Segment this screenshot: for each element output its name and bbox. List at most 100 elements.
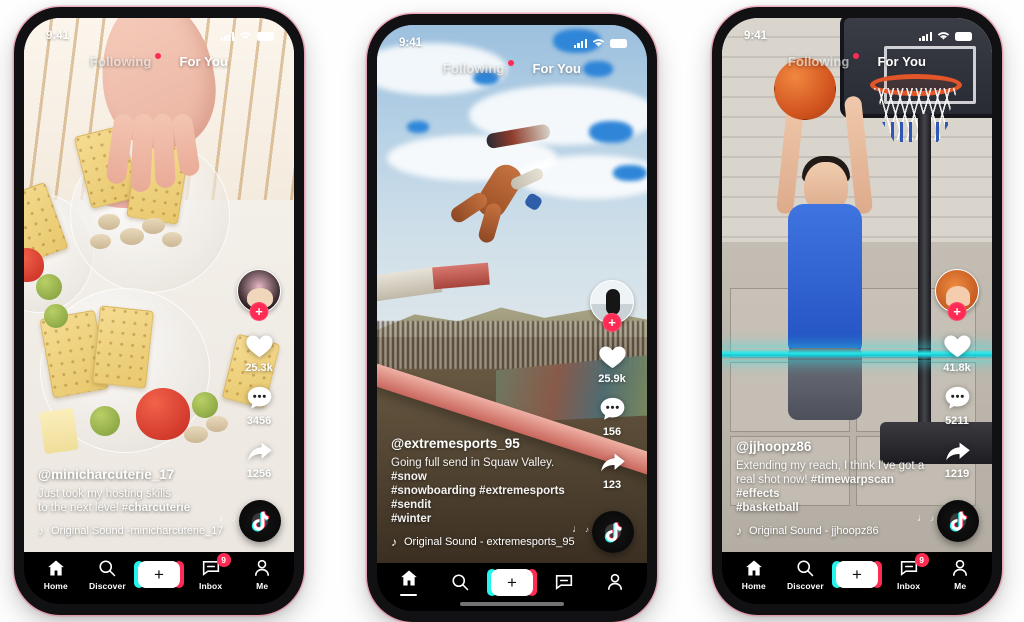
tab-following[interactable]: Following <box>90 54 152 69</box>
tab-discover[interactable]: Discover <box>83 558 131 591</box>
phone-3-video-surface[interactable]: 9:41 Following For You + 41.8k 5211 1219… <box>722 18 992 552</box>
phone-3-screen: 9:41 Following For You + 41.8k 5211 1219… <box>722 18 992 604</box>
like-button[interactable]: 25.9k <box>596 341 629 385</box>
tab-home[interactable]: Home <box>32 558 80 591</box>
comment-button[interactable]: 5211 <box>941 383 974 427</box>
tab-for-you[interactable]: For You <box>532 61 581 76</box>
tab-discover[interactable] <box>436 572 484 592</box>
sound-title: Original Sound - extremesports_95 <box>404 536 575 548</box>
share-button[interactable]: 1256 <box>243 436 276 480</box>
tab-for-you[interactable]: For You <box>179 54 228 69</box>
share-count: 1219 <box>944 468 970 480</box>
search-icon <box>797 559 814 576</box>
sound-row[interactable]: ♪ Original Sound - extremesports_95 <box>391 535 585 549</box>
tab-inbox[interactable]: 9 Inbox <box>187 552 235 591</box>
create-button[interactable]: + <box>486 568 537 596</box>
player-figure <box>760 80 890 460</box>
battery-icon <box>257 31 274 41</box>
inbox-badge: 9 <box>914 552 929 567</box>
follow-plus-icon[interactable]: + <box>602 313 622 332</box>
post-handle[interactable]: @jjhoopz86 <box>736 439 930 454</box>
music-disc-button[interactable] <box>239 500 281 542</box>
profile-person-icon <box>953 559 968 576</box>
battery-icon <box>610 38 627 48</box>
tab-home[interactable] <box>385 568 433 597</box>
post-handle[interactable]: @minicharcuterie_17 <box>38 467 232 482</box>
tab-create[interactable]: + <box>486 568 537 596</box>
plus-icon: + <box>154 564 164 584</box>
tab-me[interactable]: Me <box>238 558 286 591</box>
avatar[interactable]: + <box>237 269 281 321</box>
tab-create[interactable]: + <box>831 560 882 588</box>
home-icon <box>400 570 417 586</box>
like-button[interactable]: 41.8k <box>941 330 974 374</box>
create-button[interactable]: + <box>133 560 184 588</box>
home-indicator <box>460 602 564 606</box>
comment-count: 3456 <box>246 415 272 427</box>
heart-icon <box>245 335 273 358</box>
live-dot-icon <box>508 59 515 66</box>
phone-2-video-surface[interactable]: 9:41 Following For You + 25.9k 156 123 @… <box>377 25 647 563</box>
follow-plus-icon[interactable]: + <box>249 302 269 321</box>
post-description: Just took my hosting skills to the next … <box>38 487 232 515</box>
share-count: 123 <box>602 479 622 491</box>
floating-notes-icon: ♩ ♪ <box>219 512 236 524</box>
phone-1-action-rail: + 25.3k 3456 1256 <box>234 269 284 480</box>
tiktok-note-icon <box>949 510 967 532</box>
music-note-icon: ♪ <box>38 524 44 538</box>
phone-3-feed-tabs: Following For You <box>722 52 992 69</box>
tab-following[interactable]: Following <box>443 61 505 76</box>
tab-create[interactable]: + <box>133 560 184 588</box>
cellular-signal-icon <box>220 31 234 41</box>
battery-icon <box>955 31 972 41</box>
home-icon <box>47 560 64 575</box>
tab-discover-label: Discover <box>89 580 126 591</box>
like-count: 25.3k <box>245 362 273 374</box>
hashtag-group-3[interactable]: #winter <box>391 513 431 525</box>
phone-2-screen: 9:41 Following For You + 25.9k 156 123 @… <box>377 25 647 611</box>
hashtag-group-3[interactable]: #basketball <box>736 502 799 514</box>
share-button[interactable]: 123 <box>596 447 629 491</box>
music-disc-button[interactable] <box>937 500 979 542</box>
active-tab-underline <box>400 593 418 597</box>
tab-inbox[interactable] <box>540 572 588 592</box>
tab-following[interactable]: Following <box>788 54 850 69</box>
phone-mockup-3: 9:41 Following For You + 41.8k 5211 1219… <box>712 7 1002 615</box>
create-button[interactable]: + <box>831 560 882 588</box>
share-button[interactable]: 1219 <box>941 436 974 480</box>
post-handle[interactable]: @extremesports_95 <box>391 436 585 451</box>
tab-home[interactable]: Home <box>730 558 778 591</box>
like-button[interactable]: 25.3k <box>243 330 276 374</box>
music-note-icon: ♪ <box>391 535 397 549</box>
tab-me[interactable]: Me <box>936 558 984 591</box>
sound-row[interactable]: ♪ Original Sound - jjhoopz86 <box>736 524 930 538</box>
hashtag[interactable]: #charcuterie <box>122 502 190 514</box>
music-disc-button[interactable] <box>592 511 634 553</box>
avatar[interactable]: + <box>935 269 979 321</box>
tab-for-you[interactable]: For You <box>877 54 926 69</box>
share-arrow-icon <box>945 442 970 461</box>
phone-1-video-surface[interactable]: 9:41 Following For You + 25.3k 3456 1256… <box>24 18 294 552</box>
tab-discover[interactable]: Discover <box>781 558 829 591</box>
live-dot-icon <box>853 52 860 59</box>
screenshot-canvas: 9:41 Following For You + 25.3k 3456 1256… <box>0 0 1024 622</box>
tab-inbox[interactable]: 9 Inbox <box>885 552 933 591</box>
comment-button[interactable]: 3456 <box>243 383 276 427</box>
tab-me[interactable] <box>591 572 639 592</box>
cellular-signal-icon <box>918 31 932 41</box>
wifi-icon <box>592 39 605 47</box>
phone-1-feed-tabs: Following For You <box>24 52 294 69</box>
caption-line-1: Just took my hosting skills <box>38 488 171 500</box>
hashtag[interactable]: #snow <box>391 471 427 483</box>
sound-row[interactable]: ♪ Original Sound -minicharcuterie_17 <box>38 524 232 538</box>
comment-button[interactable]: 156 <box>596 394 629 438</box>
phone-3-action-rail: + 41.8k 5211 1219 <box>932 269 982 480</box>
wifi-icon <box>937 32 950 40</box>
hashtag-group-2[interactable]: #snowboarding #extremesports #sendit <box>391 485 565 511</box>
share-arrow-icon <box>247 442 272 461</box>
profile-person-icon <box>608 573 623 590</box>
phone-1-tab-bar: Home Discover + 9 Inbox Me <box>24 552 294 604</box>
avatar[interactable]: + <box>590 280 634 332</box>
follow-plus-icon[interactable]: + <box>947 302 967 321</box>
live-dot-icon <box>155 52 162 59</box>
